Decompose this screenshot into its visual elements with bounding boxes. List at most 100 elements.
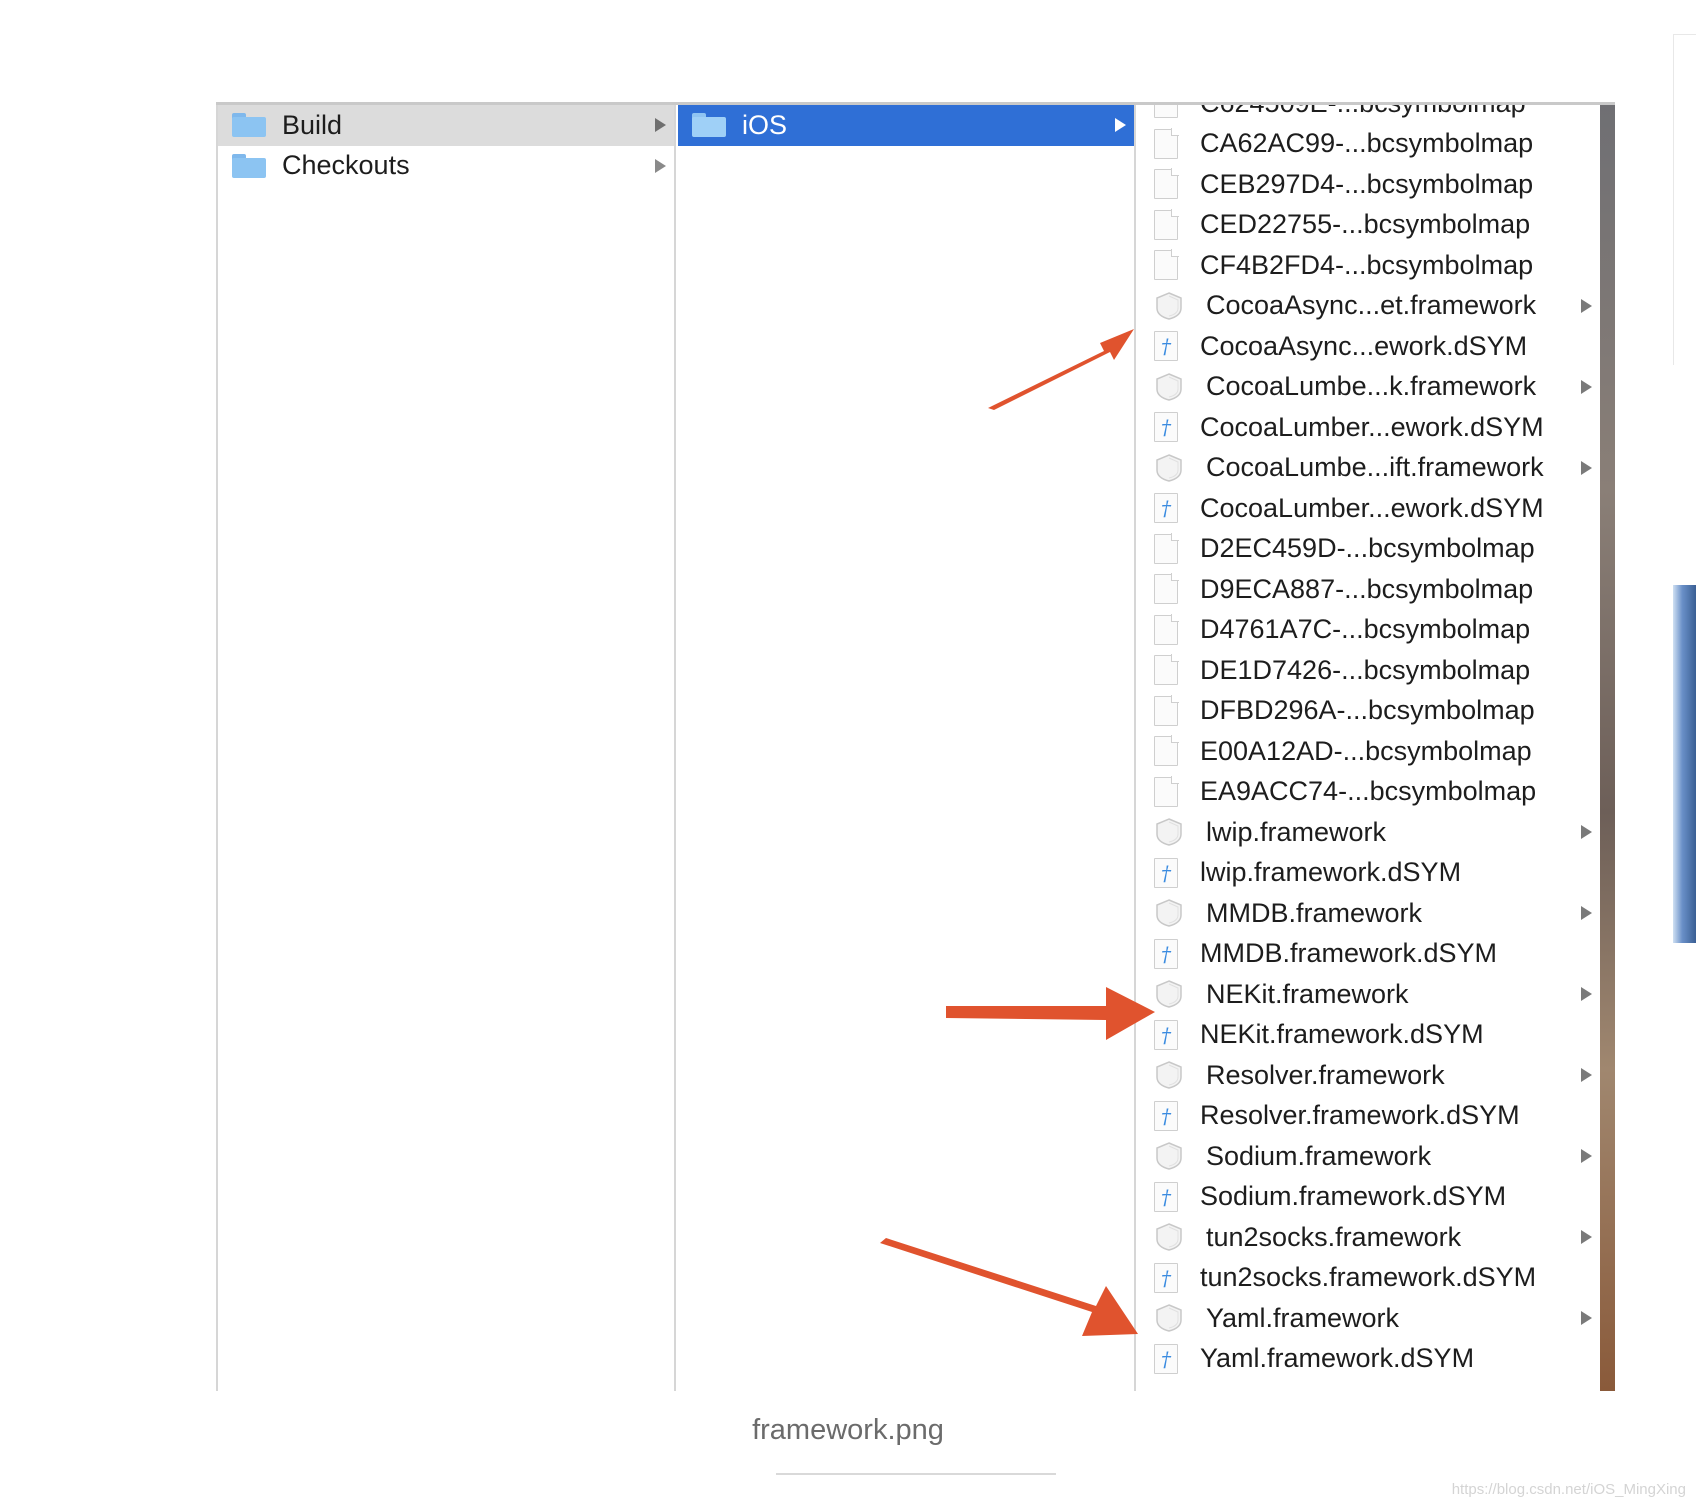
item-label: E00A12AD-...bcsymbolmap [1200,735,1532,766]
framework-icon [1154,979,1184,1009]
file-list-item[interactable]: DE1D7426-...bcsymbolmap [1136,650,1600,691]
framework-icon [1154,291,1184,321]
item-label: CocoaAsync...ework.dSYM [1200,330,1528,361]
file-list-item[interactable]: † CocoaAsync...ework.dSYM [1136,326,1600,367]
disclosure-arrow-icon [1115,118,1126,133]
item-label: CED22755-...bcsymbolmap [1200,209,1531,240]
disclosure-arrow-icon [1581,987,1592,1002]
disclosure-arrow-icon [1581,1068,1592,1083]
item-label: lwip.framework.dSYM [1200,857,1462,888]
column-1-item[interactable]: Build [218,105,674,146]
file-list-item[interactable]: C624509E-...bcsymbolmap [1136,105,1600,124]
dsym-icon: † [1154,493,1178,524]
item-label: Sodium.framework [1206,1140,1432,1171]
file-list-item[interactable]: † Resolver.framework.dSYM [1136,1096,1600,1137]
disclosure-arrow-icon [655,118,666,133]
column-1-item[interactable]: Checkouts [218,146,674,187]
item-label: Sodium.framework.dSYM [1200,1181,1507,1212]
file-list-item[interactable]: D9ECA887-...bcsymbolmap [1136,569,1600,610]
file-list: C624509E-...bcsymbolmap CA62AC99-...bcsym… [1136,105,1600,1379]
item-label: iOS [742,109,788,140]
column-1: Build Checkouts [216,105,676,1391]
file-list-item[interactable]: Sodium.framework [1136,1136,1600,1177]
file-list-item[interactable]: Resolver.framework [1136,1055,1600,1096]
dsym-icon: † [1154,1181,1178,1212]
file-list-item[interactable]: CocoaAsync...et.framework [1136,286,1600,327]
document-icon [1154,775,1179,807]
file-list-item[interactable]: CocoaLumbe...ift.framework [1136,448,1600,489]
file-list-item[interactable]: † Sodium.framework.dSYM [1136,1177,1600,1218]
document-icon [1154,249,1179,281]
file-list-item[interactable]: Yaml.framework [1136,1298,1600,1339]
item-label: Checkouts [282,150,410,181]
item-label: Resolver.framework [1206,1059,1445,1090]
framework-icon [1154,1141,1184,1171]
file-list-item[interactable]: DFBD296A-...bcsymbolmap [1136,691,1600,732]
file-list-item[interactable]: † Yaml.framework.dSYM [1136,1339,1600,1380]
document-icon [1154,127,1179,159]
folder-icon [232,113,266,138]
dsym-icon: † [1154,938,1178,969]
file-list-item[interactable]: † lwip.framework.dSYM [1136,853,1600,894]
item-label: CocoaLumbe...k.framework [1206,371,1537,402]
file-list-item[interactable]: † CocoaLumber...ework.dSYM [1136,407,1600,448]
background-window-edge [1673,34,1696,365]
file-list-item[interactable]: D4761A7C-...bcsymbolmap [1136,610,1600,651]
disclosure-arrow-icon [655,158,666,173]
document-icon [1154,613,1179,645]
framework-icon [1154,372,1184,402]
file-list-item[interactable]: CA62AC99-...bcsymbolmap [1136,124,1600,165]
item-label: CA62AC99-...bcsymbolmap [1200,128,1534,159]
document-icon [1154,208,1179,240]
file-list-item[interactable]: † CocoaLumber...ework.dSYM [1136,488,1600,529]
column-2: iOS [676,105,1136,1391]
framework-icon [1154,898,1184,928]
file-list-item[interactable]: † MMDB.framework.dSYM [1136,934,1600,975]
dsym-icon: † [1154,1019,1178,1050]
item-label: C624509E-...bcsymbolmap [1200,105,1526,119]
file-list-item[interactable]: CEB297D4-...bcsymbolmap [1136,164,1600,205]
file-list-item[interactable]: lwip.framework [1136,812,1600,853]
document-icon [1154,654,1179,686]
folder-icon [232,153,266,178]
file-list-item[interactable]: CED22755-...bcsymbolmap [1136,205,1600,246]
file-list-item[interactable]: NEKit.framework [1136,974,1600,1015]
column-2-item[interactable]: iOS [678,105,1134,146]
file-list-item[interactable]: E00A12AD-...bcsymbolmap [1136,731,1600,772]
item-label: MMDB.framework [1206,897,1423,928]
disclosure-arrow-icon [1581,379,1592,394]
document-icon [1154,573,1179,605]
item-label: CocoaLumber...ework.dSYM [1200,492,1544,523]
item-label: tun2socks.framework [1206,1221,1462,1252]
disclosure-arrow-icon [1581,1149,1592,1164]
item-label: DE1D7426-...bcsymbolmap [1200,654,1531,685]
column-3: C624509E-...bcsymbolmap CA62AC99-...bcsym… [1136,105,1600,1391]
disclosure-arrow-icon [1581,1311,1592,1326]
file-list-item[interactable]: † NEKit.framework.dSYM [1136,1015,1600,1056]
item-label: NEKit.framework.dSYM [1200,1019,1484,1050]
caption-divider [776,1473,1056,1475]
disclosure-arrow-icon [1581,1230,1592,1245]
document-icon [1154,105,1178,119]
framework-icon [1154,1222,1184,1252]
dsym-icon: † [1154,857,1178,888]
item-label: CocoaLumbe...ift.framework [1206,452,1544,483]
file-list-item[interactable]: tun2socks.framework [1136,1217,1600,1258]
item-label: EA9ACC74-...bcsymbolmap [1200,776,1537,807]
item-label: D4761A7C-...bcsymbolmap [1200,614,1531,645]
file-list-item[interactable]: EA9ACC74-...bcsymbolmap [1136,772,1600,813]
item-label: CocoaLumber...ework.dSYM [1200,411,1544,442]
file-list-item[interactable]: MMDB.framework [1136,893,1600,934]
item-label: lwip.framework [1206,816,1387,847]
file-list-item[interactable]: † tun2socks.framework.dSYM [1136,1258,1600,1299]
item-label: D2EC459D-...bcsymbolmap [1200,533,1535,564]
file-list-item[interactable]: D2EC459D-...bcsymbolmap [1136,529,1600,570]
folder-icon [692,113,726,138]
file-list-item[interactable]: CF4B2FD4-...bcsymbolmap [1136,245,1600,286]
finder-column-browser: Build Checkouts iOS C624509E-...bcsymbol… [216,102,1615,1391]
dsym-icon: † [1154,1262,1178,1293]
item-label: Build [282,109,343,140]
framework-icon [1154,453,1184,483]
dsym-icon: † [1154,331,1178,362]
file-list-item[interactable]: CocoaLumbe...k.framework [1136,367,1600,408]
